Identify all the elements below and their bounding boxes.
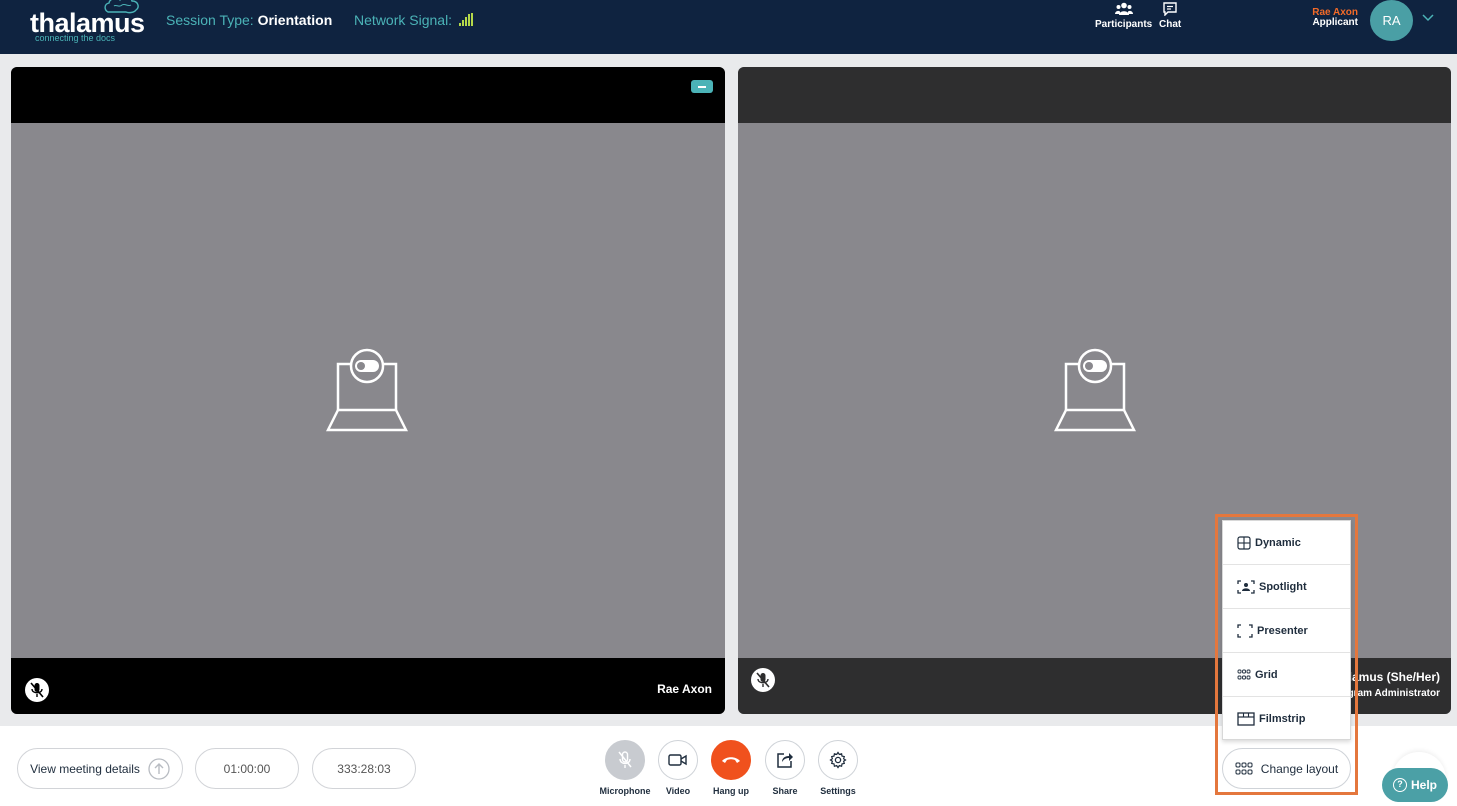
- question-icon: ?: [1392, 778, 1407, 792]
- video-camera-icon: [668, 754, 687, 766]
- arrow-up-circle-icon: [148, 757, 170, 780]
- camera-off-icon: [1054, 348, 1136, 432]
- camera-off-icon: [326, 348, 408, 432]
- session-type-label: Session Type:: [166, 12, 254, 28]
- tile-top-bar: [11, 67, 725, 123]
- user-identity: Rae Axon Applicant: [1312, 8, 1358, 28]
- video-button[interactable]: Video: [655, 740, 701, 796]
- muted-mic-icon: [751, 668, 775, 692]
- participants-button[interactable]: Participants: [1095, 2, 1152, 30]
- video-tile-self[interactable]: Rae Axon: [11, 67, 725, 714]
- meeting-duration-timer: 01:00:00: [195, 748, 299, 789]
- microphone-button[interactable]: Microphone: [599, 740, 651, 796]
- microphone-off-icon: [618, 751, 632, 768]
- video-label: Video: [665, 786, 691, 796]
- muted-mic-icon: [25, 678, 49, 702]
- elapsed-time-timer: 333:28:03: [312, 748, 416, 789]
- session-type-value: Orientation: [257, 12, 333, 28]
- settings-toggle[interactable]: [818, 740, 858, 780]
- help-label: Help: [1410, 778, 1437, 792]
- chat-icon: [1163, 2, 1177, 16]
- gear-icon: [829, 751, 847, 769]
- settings-button[interactable]: Settings: [815, 740, 861, 796]
- chevron-down-icon[interactable]: [1422, 14, 1434, 22]
- microphone-label: Microphone: [599, 786, 651, 796]
- view-meeting-details-label: View meeting details: [30, 761, 140, 776]
- help-button[interactable]: ? Help: [1382, 768, 1448, 802]
- minimize-tile-button[interactable]: [691, 80, 713, 93]
- share-button[interactable]: Share: [762, 740, 808, 796]
- chat-button[interactable]: Chat: [1159, 2, 1181, 30]
- chat-label: Chat: [1159, 19, 1182, 30]
- view-meeting-details-button[interactable]: View meeting details: [17, 748, 183, 789]
- network-signal-label: Network Signal:: [354, 12, 453, 28]
- share-label: Share: [772, 786, 798, 796]
- thalamus-logo[interactable]: thalamus connecting the docs: [30, 0, 145, 44]
- microphone-toggle[interactable]: [605, 740, 645, 780]
- top-header: thalamus connecting the docs Session Typ…: [0, 0, 1457, 54]
- hang-up-label: Hang up: [713, 786, 749, 796]
- signal-bars-icon: [458, 13, 473, 26]
- tile-bottom-bar: Rae Axon: [11, 658, 725, 714]
- avatar[interactable]: RA: [1370, 0, 1413, 41]
- user-role: Applicant: [1312, 17, 1358, 28]
- participant-name: lamus (She/Her): [1348, 670, 1440, 684]
- participants-icon: [1114, 2, 1133, 15]
- phone-hangup-icon: [722, 757, 740, 763]
- settings-label: Settings: [820, 786, 856, 796]
- participant-role: gram Administrator: [1347, 688, 1440, 699]
- hang-up-toggle[interactable]: [711, 740, 751, 780]
- participant-name: Rae Axon: [657, 682, 712, 696]
- hang-up-button[interactable]: Hang up: [708, 740, 754, 796]
- session-info: Session Type: Orientation Network Signal…: [166, 12, 473, 28]
- tile-top-bar: [738, 67, 1451, 123]
- layout-highlight-box: [1215, 514, 1358, 795]
- share-toggle[interactable]: [765, 740, 805, 780]
- logo-tagline: connecting the docs: [35, 33, 116, 43]
- video-toggle[interactable]: [658, 740, 698, 780]
- participants-label: Participants: [1095, 19, 1153, 30]
- share-icon: [777, 753, 793, 768]
